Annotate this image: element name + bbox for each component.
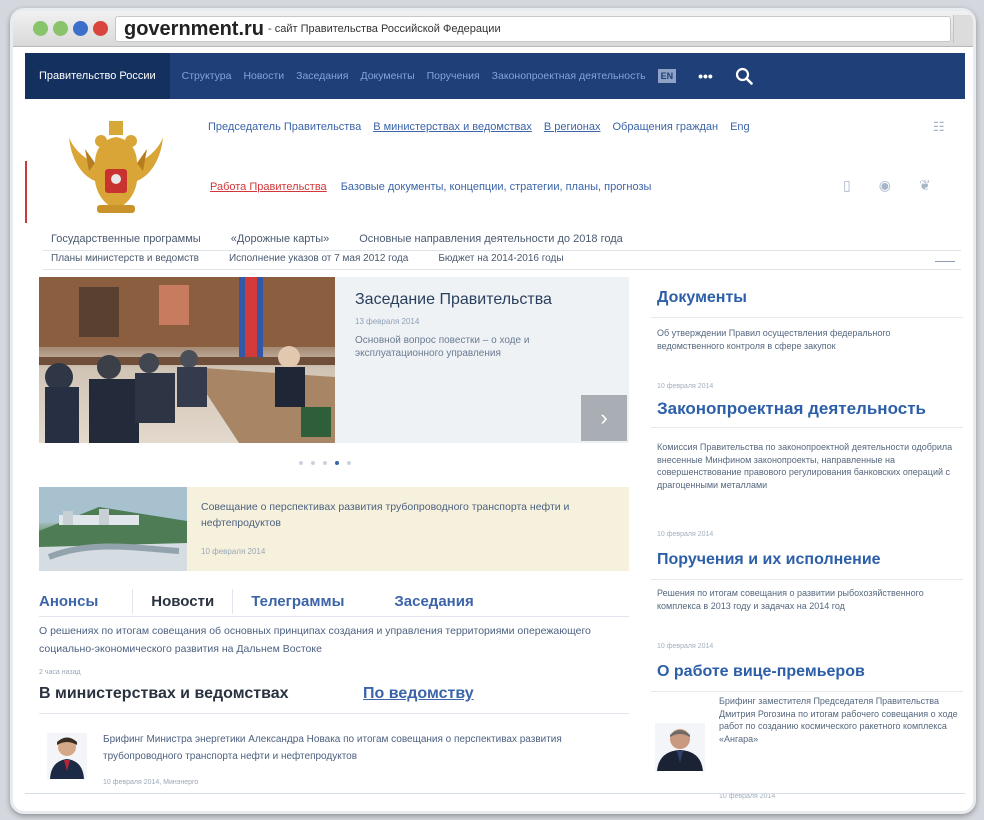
- browser-titlebar: government.ru - сайт Правительства Росси…: [13, 11, 973, 47]
- link-chairman[interactable]: Председатель Правительства: [208, 121, 361, 133]
- nav-item-structure[interactable]: Структура: [182, 70, 232, 82]
- tab-announcements[interactable]: Анонсы: [39, 589, 108, 614]
- tab-telegrams[interactable]: Телеграммы: [251, 589, 354, 614]
- orders-heading[interactable]: Поручения и их исполнение: [657, 551, 881, 569]
- main-navigation: Правительство России Структура Новости З…: [25, 53, 965, 99]
- minister-avatar[interactable]: [47, 733, 87, 779]
- ministry-news-item[interactable]: Брифинг Министра энергетики Александра Н…: [103, 731, 623, 765]
- eye-icon[interactable]: ◉: [879, 177, 891, 194]
- news-tabs: Анонсы Новости Телеграммы Заседания: [39, 586, 629, 616]
- tab-news[interactable]: Новости: [132, 588, 234, 614]
- browser-window: government.ru - сайт Правительства Росси…: [10, 8, 976, 814]
- documents-item[interactable]: Об утверждении Правил осуществления феде…: [657, 327, 957, 352]
- link-basic-documents[interactable]: Базовые документы, концепции, стратегии,…: [341, 181, 652, 193]
- work-row: Работа Правительства Базовые документы, …: [210, 181, 651, 193]
- slider-dot[interactable]: [347, 461, 351, 465]
- meeting-title[interactable]: Совещание о перспективах развития трубоп…: [201, 499, 601, 531]
- search-icon[interactable]: [735, 67, 753, 85]
- slider-dot[interactable]: [299, 461, 303, 465]
- slider-description: Основной вопрос повестки – о ходе и эксп…: [355, 335, 530, 359]
- slider-text: Заседание Правительства 13 февраля 2014 …: [355, 291, 615, 360]
- more-menu-icon[interactable]: •••: [698, 68, 713, 84]
- news-item[interactable]: О решениях по итогам совещания об основн…: [39, 622, 639, 658]
- header-sublinks: Председатель Правительства В министерств…: [208, 121, 762, 133]
- orders-date: 10 февраля 2014: [657, 643, 714, 650]
- divider: [39, 616, 629, 617]
- ministry-news-date: 10 февраля 2014, Минэнерго: [103, 779, 199, 786]
- bookmark-icon[interactable]: ☷: [933, 119, 947, 134]
- legislation-heading[interactable]: Законопроектная деятельность: [657, 399, 926, 419]
- window-zoom-button-2[interactable]: [53, 21, 68, 36]
- vice-premiers-date: 10 февраля 2014: [719, 793, 776, 800]
- legislation-date: 10 февраля 2014: [657, 531, 714, 538]
- window-close-button[interactable]: [93, 21, 108, 36]
- url-domain: government.ru: [124, 17, 265, 40]
- slider-dot-active[interactable]: [335, 461, 339, 465]
- divider: [651, 427, 963, 428]
- link-ministries[interactable]: В министерствах и ведомствах: [373, 121, 532, 133]
- nav-item-legislation[interactable]: Законопроектная деятельность: [492, 70, 646, 82]
- slider-dot[interactable]: [311, 461, 315, 465]
- link-appeals[interactable]: Обращения граждан: [612, 121, 718, 133]
- meeting-card[interactable]: Совещание о перспективах развития трубоп…: [39, 487, 629, 571]
- divider: [651, 691, 963, 692]
- divider: [651, 579, 963, 580]
- divider: [25, 793, 965, 794]
- address-bar[interactable]: government.ru - сайт Правительства Росси…: [115, 16, 951, 42]
- slider-pagination: [299, 461, 359, 465]
- category-budget[interactable]: Бюджет на 2014-2016 годы: [438, 253, 563, 264]
- vice-premier-avatar[interactable]: [655, 723, 705, 771]
- divider: [39, 713, 629, 714]
- link-eng[interactable]: Eng: [730, 121, 750, 133]
- titlebar-end: [953, 15, 973, 43]
- divider: [43, 250, 961, 251]
- slider-dot[interactable]: [323, 461, 327, 465]
- categories-row-1: Государственные программы «Дорожные карт…: [51, 233, 653, 245]
- nav-item-news[interactable]: Новости: [243, 70, 284, 82]
- documents-heading[interactable]: Документы: [657, 289, 747, 307]
- nav-home-link[interactable]: Правительство России: [25, 53, 170, 99]
- category-ministry-plans[interactable]: Планы министерств и ведомств: [51, 253, 199, 264]
- orders-item[interactable]: Решения по итогам совещания о развитии р…: [657, 587, 963, 612]
- news-slider: Заседание Правительства 13 февраля 2014 …: [39, 277, 629, 443]
- category-decrees[interactable]: Исполнение указов от 7 мая 2012 года: [229, 253, 408, 264]
- ministries-heading: В министерствах и ведомствах: [39, 685, 289, 702]
- vice-premiers-heading[interactable]: О работе вице-премьеров: [657, 663, 865, 681]
- window-minimize-button[interactable]: [73, 21, 88, 36]
- mobile-icon[interactable]: ▯: [843, 177, 851, 194]
- categories-row-2: Планы министерств и ведомств Исполнение …: [51, 253, 961, 264]
- twitter-icon[interactable]: ❦: [919, 177, 931, 194]
- window-zoom-button[interactable]: [33, 21, 48, 36]
- divider: [43, 269, 961, 270]
- coat-of-arms-logo[interactable]: [65, 119, 167, 223]
- divider: [651, 317, 963, 318]
- collapse-icon[interactable]: [935, 261, 955, 262]
- tab-meetings[interactable]: Заседания: [394, 589, 483, 614]
- legislation-item[interactable]: Комиссия Правительства по законопроектно…: [657, 441, 963, 491]
- language-switch[interactable]: EN: [657, 69, 677, 83]
- news-date: 2 часа назад: [39, 669, 81, 676]
- category-main-directions[interactable]: Основные направления деятельности до 201…: [359, 233, 623, 245]
- vice-premiers-item[interactable]: Брифинг заместителя Председателя Правите…: [719, 695, 963, 745]
- category-state-programs[interactable]: Государственные программы: [51, 233, 201, 245]
- header-icons: ▯ ◉ ❦: [843, 177, 959, 194]
- link-government-work[interactable]: Работа Правительства: [210, 181, 327, 193]
- slider-title[interactable]: Заседание Правительства: [355, 291, 615, 309]
- nav-item-orders[interactable]: Поручения: [427, 70, 480, 82]
- meeting-photo: [39, 487, 187, 571]
- meeting-date: 10 февраля 2014: [201, 547, 266, 556]
- link-regions[interactable]: В регионах: [544, 121, 601, 133]
- documents-date: 10 февраля 2014: [657, 383, 714, 390]
- slider-date: 13 февраля 2014: [355, 317, 420, 326]
- slider-next-button[interactable]: ›: [581, 395, 627, 441]
- category-roadmaps[interactable]: «Дорожные карты»: [231, 233, 330, 245]
- page-title-text: - сайт Правительства Российской Федераци…: [268, 23, 501, 35]
- slider-photo[interactable]: [39, 277, 335, 443]
- header-accent-line: [25, 161, 27, 223]
- nav-item-meetings[interactable]: Заседания: [296, 70, 348, 82]
- nav-item-documents[interactable]: Документы: [360, 70, 414, 82]
- by-ministry-link[interactable]: По ведомству: [363, 685, 474, 703]
